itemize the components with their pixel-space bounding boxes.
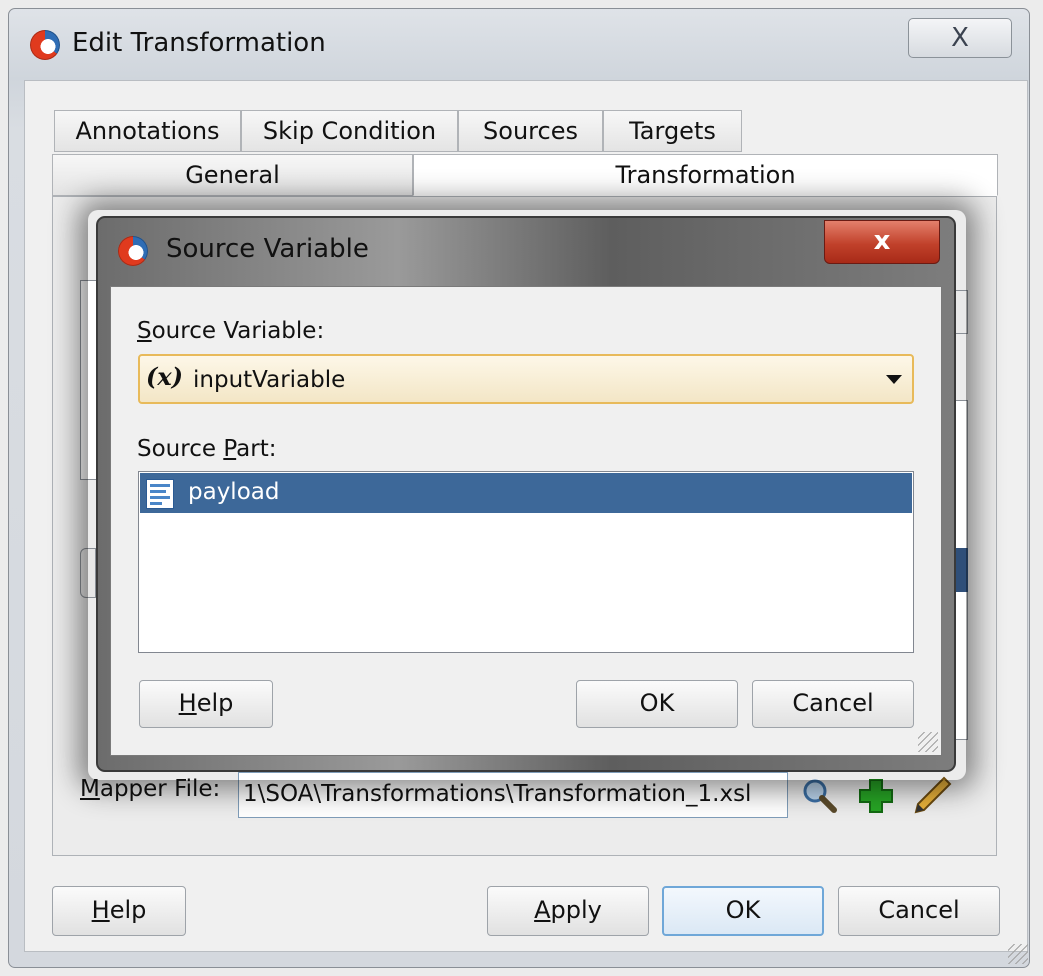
source-variable-label: Source Variable:: [137, 318, 325, 344]
tab-targets[interactable]: Targets: [603, 110, 742, 152]
search-icon[interactable]: [800, 776, 840, 816]
tab-transformation[interactable]: Transformation: [413, 154, 998, 196]
apply-button[interactable]: Apply: [487, 886, 649, 936]
add-icon[interactable]: [856, 776, 896, 816]
window-title: Edit Transformation: [72, 28, 326, 58]
tab-sources[interactable]: Sources: [458, 110, 603, 152]
window-close-button[interactable]: X: [908, 18, 1012, 58]
chevron-down-icon[interactable]: [886, 375, 902, 384]
source-variable-value: inputVariable: [193, 367, 346, 393]
modal-close-button[interactable]: x: [824, 220, 940, 264]
source-part-label: Source Part:: [137, 436, 277, 462]
message-part-icon: [146, 479, 174, 509]
tab-general[interactable]: General: [52, 154, 413, 196]
help-button[interactable]: Help: [52, 886, 186, 936]
modal-ok-button[interactable]: OK: [576, 680, 738, 728]
list-item-label: payload: [188, 479, 280, 505]
modal-cancel-button[interactable]: Cancel: [752, 680, 914, 728]
edit-pencil-icon[interactable]: [912, 774, 954, 816]
variable-icon: (x): [146, 362, 184, 391]
modal-resize-grip[interactable]: [918, 732, 938, 752]
modal-logo-icon: [118, 236, 148, 266]
close-icon: x: [873, 226, 891, 256]
tab-annotations[interactable]: Annotations: [54, 110, 241, 152]
modal-help-button[interactable]: Help: [139, 680, 273, 728]
ok-button[interactable]: OK: [662, 886, 824, 936]
cancel-button[interactable]: Cancel: [838, 886, 1000, 936]
window-resize-grip[interactable]: [1008, 944, 1028, 964]
tab-skip-condition[interactable]: Skip Condition: [241, 110, 458, 152]
modal-title: Source Variable: [166, 234, 369, 264]
app-logo-icon: [30, 30, 60, 60]
close-icon: X: [951, 23, 969, 53]
